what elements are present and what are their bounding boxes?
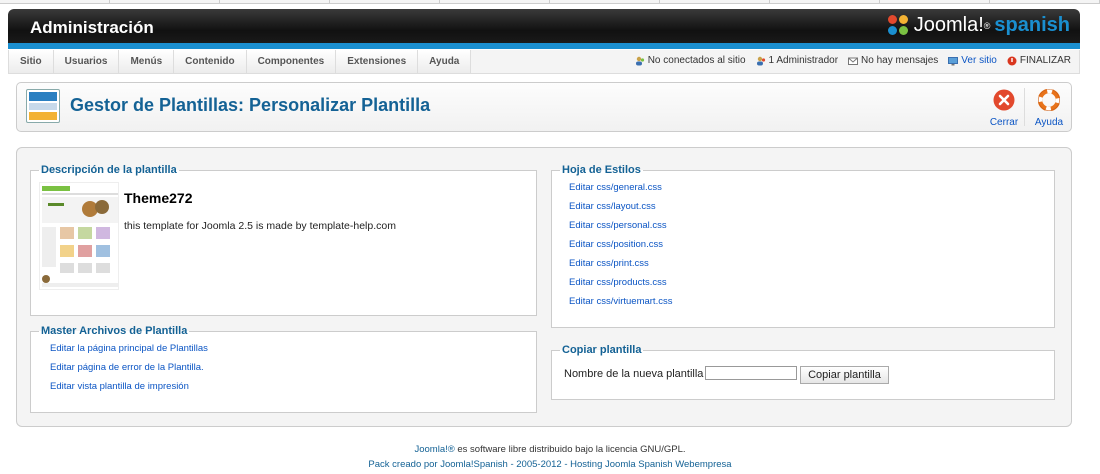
close-button[interactable]: Cerrar bbox=[987, 89, 1021, 128]
main-menu-bar: Sitio Usuarios Menús Contenido Component… bbox=[8, 50, 1080, 74]
template-description-fieldset: Descripción de la plantilla Theme272 thi… bbox=[30, 164, 537, 316]
edit-error-page-link[interactable]: Editar página de error de la Plantilla. bbox=[50, 362, 536, 381]
messages-text: No hay mensajes bbox=[861, 55, 939, 66]
template-name: Theme272 bbox=[124, 190, 193, 206]
stylesheets-legend: Hoja de Estilos bbox=[562, 164, 641, 176]
stylesheets-fieldset: Hoja de Estilos Editar css/general.css E… bbox=[551, 164, 1055, 328]
edit-css-position-link[interactable]: Editar css/position.css bbox=[569, 239, 1054, 258]
menu-menus[interactable]: Menús bbox=[119, 50, 175, 73]
new-template-name-label: Nombre de la nueva plantilla bbox=[564, 368, 704, 380]
admin-header: Administración Joomla! ® spanish bbox=[8, 9, 1080, 45]
menu-extensiones[interactable]: Extensiones bbox=[336, 50, 419, 73]
joomla-logo-icon bbox=[887, 14, 910, 37]
browser-top-strip bbox=[0, 0, 1100, 4]
monitor-icon bbox=[948, 56, 959, 65]
header-accent-bar bbox=[8, 43, 1080, 49]
template-description: this template for Joomla 2.5 is made by … bbox=[124, 220, 396, 232]
page-title: Gestor de Plantillas: Personalizar Plant… bbox=[70, 95, 431, 115]
description-legend: Descripción de la plantilla bbox=[41, 164, 177, 176]
edit-css-products-link[interactable]: Editar css/products.css bbox=[569, 277, 1054, 296]
edit-main-page-link[interactable]: Editar la página principal de Plantillas bbox=[50, 343, 536, 362]
close-icon bbox=[993, 89, 1015, 111]
logout-link[interactable]: FINALIZAR bbox=[1007, 55, 1071, 66]
admins-text: 1 Administrador bbox=[768, 55, 839, 66]
master-files-list: Editar la página principal de Plantillas… bbox=[50, 343, 536, 400]
menu-usuarios[interactable]: Usuarios bbox=[53, 50, 120, 73]
page-toolbar: Gestor de Plantillas: Personalizar Plant… bbox=[16, 82, 1072, 132]
power-icon bbox=[1007, 56, 1017, 65]
help-label: Ayuda bbox=[1034, 117, 1064, 128]
status-bar: No conectados al sitio 1 Administrador N… bbox=[635, 55, 1071, 66]
edit-css-layout-link[interactable]: Editar css/layout.css bbox=[569, 201, 1054, 220]
menu-ayuda[interactable]: Ayuda bbox=[418, 50, 472, 73]
menu-sitio[interactable]: Sitio bbox=[9, 50, 54, 73]
menu-componentes[interactable]: Componentes bbox=[246, 50, 337, 73]
credits-text[interactable]: Pack creado por Joomla!Spanish - 2005-20… bbox=[368, 459, 731, 470]
logout-text: FINALIZAR bbox=[1019, 55, 1071, 66]
joomla-footer-link[interactable]: Joomla!® bbox=[414, 444, 454, 455]
stylesheets-list: Editar css/general.css Editar css/layout… bbox=[569, 182, 1054, 315]
main-content-panel: Descripción de la plantilla Theme272 thi… bbox=[16, 147, 1072, 427]
brand-registered-mark: ® bbox=[983, 20, 991, 31]
edit-css-print-link[interactable]: Editar css/print.css bbox=[569, 258, 1054, 277]
joomla-spanish-logo: Joomla! ® spanish bbox=[887, 14, 1070, 37]
users-icon bbox=[635, 56, 644, 65]
brand-name: Joomla! bbox=[913, 14, 984, 36]
view-site-text: Ver sitio bbox=[961, 55, 997, 66]
license-text: es software libre distribuido bajo la li… bbox=[454, 444, 686, 455]
template-manager-icon bbox=[26, 89, 60, 123]
admin-title: Administración bbox=[30, 18, 154, 37]
copy-template-button[interactable]: Copiar plantilla bbox=[800, 366, 889, 384]
edit-css-virtuemart-link[interactable]: Editar css/virtuemart.css bbox=[569, 296, 1054, 315]
edit-print-view-link[interactable]: Editar vista plantilla de impresión bbox=[50, 381, 536, 400]
footer-credits: Pack creado por Joomla!Spanish - 2005-20… bbox=[0, 459, 1100, 470]
template-preview-image bbox=[40, 183, 118, 289]
help-button[interactable]: Ayuda bbox=[1033, 88, 1065, 128]
help-lifebuoy-icon bbox=[1037, 88, 1061, 112]
mail-icon bbox=[848, 57, 859, 65]
status-admins: 1 Administrador bbox=[756, 55, 838, 66]
template-thumbnail[interactable] bbox=[39, 182, 119, 290]
admin-user-icon bbox=[756, 56, 765, 65]
close-label: Cerrar bbox=[989, 117, 1019, 128]
copy-template-fieldset: Copiar plantilla Nombre de la nueva plan… bbox=[551, 344, 1055, 400]
toolbar-separator bbox=[1024, 88, 1025, 126]
master-files-fieldset: Master Archivos de Plantilla Editar la p… bbox=[30, 325, 537, 413]
view-site-link[interactable]: Ver sitio bbox=[948, 55, 997, 66]
copy-template-legend: Copiar plantilla bbox=[562, 344, 642, 356]
status-visitors: No conectados al sitio bbox=[635, 55, 746, 66]
master-files-legend: Master Archivos de Plantilla bbox=[41, 325, 188, 337]
new-template-name-input[interactable] bbox=[705, 366, 797, 380]
status-messages[interactable]: No hay mensajes bbox=[848, 55, 938, 66]
visitors-text: No conectados al sitio bbox=[647, 55, 746, 66]
menu-contenido[interactable]: Contenido bbox=[174, 50, 247, 73]
brand-suffix: spanish bbox=[994, 14, 1070, 36]
edit-css-general-link[interactable]: Editar css/general.css bbox=[569, 182, 1054, 201]
edit-css-personal-link[interactable]: Editar css/personal.css bbox=[569, 220, 1054, 239]
footer-license: Joomla!® es software libre distribuido b… bbox=[0, 444, 1100, 455]
